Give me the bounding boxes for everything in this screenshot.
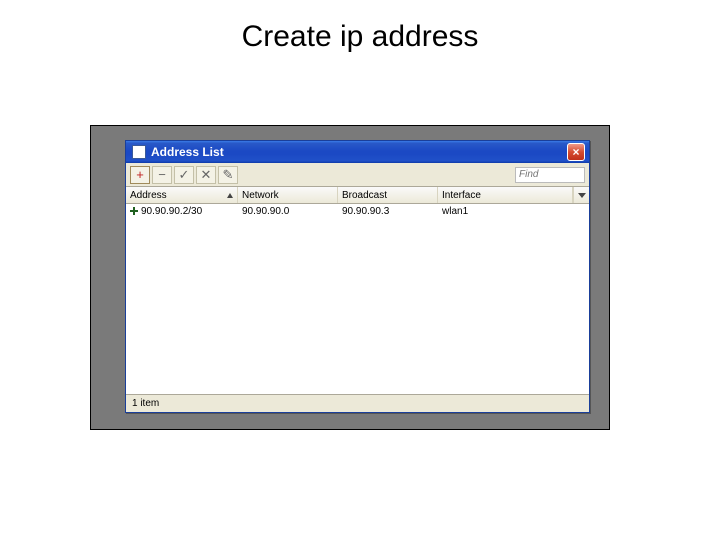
titlebar[interactable]: Address List ×	[126, 141, 589, 163]
cell-interface: wlan1	[438, 204, 589, 218]
find-input[interactable]	[515, 167, 585, 183]
page-title: Create ip address	[0, 20, 720, 54]
col-interface[interactable]: Interface	[438, 187, 573, 203]
window-icon	[132, 145, 146, 159]
comment-button[interactable]: ✎	[218, 166, 238, 184]
list-body[interactable]: 90.90.90.2/30 90.90.90.0 90.90.90.3 wlan…	[126, 204, 589, 394]
remove-button[interactable]: −	[152, 166, 172, 184]
disable-button[interactable]: ✕	[196, 166, 216, 184]
col-address[interactable]: Address	[126, 187, 238, 203]
client-area: + − ✓ ✕ ✎ Address Network Broadcast Inte…	[126, 163, 589, 412]
table-row[interactable]: 90.90.90.2/30 90.90.90.0 90.90.90.3 wlan…	[126, 204, 589, 218]
statusbar: 1 item	[126, 394, 589, 412]
item-count: 1 item	[132, 398, 159, 409]
col-broadcast[interactable]: Broadcast	[338, 187, 438, 203]
list: Address Network Broadcast Interface 90.9…	[126, 187, 589, 394]
address-list-window: Address List × + − ✓ ✕ ✎ Address Network…	[125, 140, 590, 413]
plus-icon	[130, 207, 138, 215]
add-button[interactable]: +	[130, 166, 150, 184]
list-header: Address Network Broadcast Interface	[126, 187, 589, 204]
close-button[interactable]: ×	[567, 143, 585, 161]
cell-address: 90.90.90.2/30	[126, 204, 238, 218]
column-menu-button[interactable]	[573, 187, 589, 203]
toolbar: + − ✓ ✕ ✎	[126, 163, 589, 187]
cell-broadcast: 90.90.90.3	[338, 204, 438, 218]
enable-button[interactable]: ✓	[174, 166, 194, 184]
cell-network: 90.90.90.0	[238, 204, 338, 218]
window-title: Address List	[151, 145, 567, 159]
address-value: 90.90.90.2/30	[141, 206, 202, 217]
col-network[interactable]: Network	[238, 187, 338, 203]
